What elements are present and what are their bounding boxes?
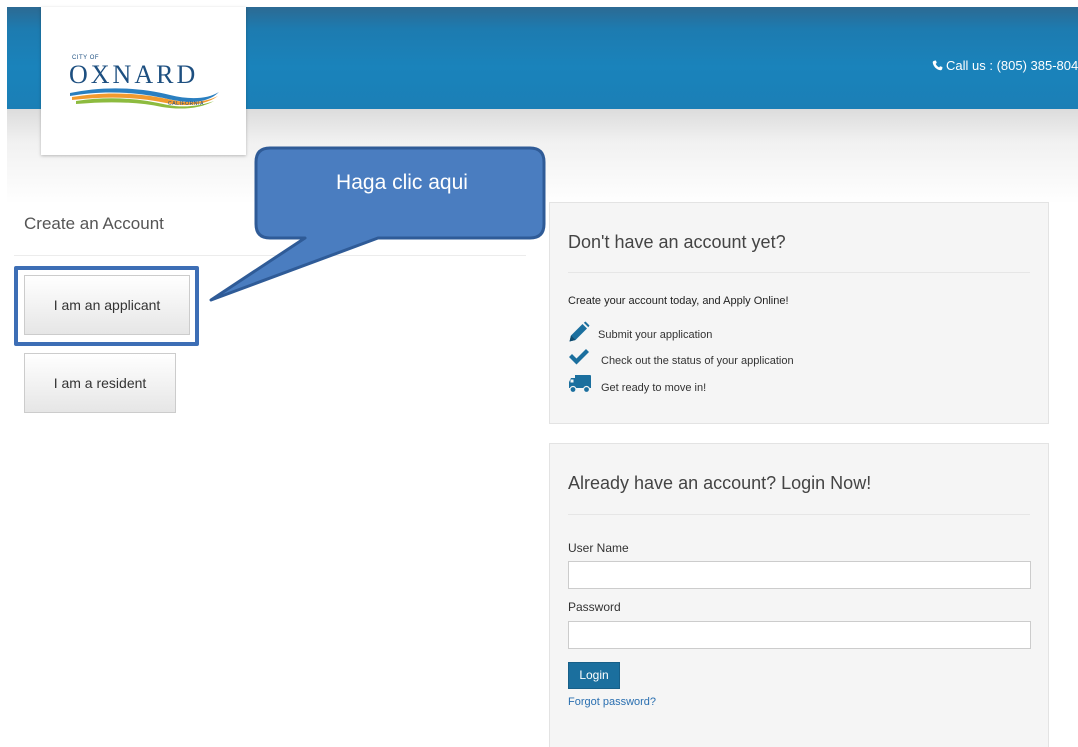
callout-text: Haga clic aqui [336,171,468,194]
password-label: Password [568,600,621,614]
username-label: User Name [568,541,629,555]
signup-tagline: Create your account today, and Apply Onl… [568,295,789,307]
pencil-icon [569,321,590,342]
feature-status-label: Check out the status of your application [601,355,794,367]
password-input[interactable] [568,621,1031,649]
login-button[interactable]: Login [568,662,620,689]
signup-divider [568,272,1030,273]
truck-icon [569,375,591,394]
login-divider [568,514,1030,515]
login-title: Already have an account? Login Now! [568,473,872,493]
feature-move-label: Get ready to move in! [601,382,707,394]
signup-title: Don't have an account yet? [568,232,786,252]
username-input[interactable] [568,561,1031,589]
feature-submit-label: Submit your application [598,329,713,341]
forgot-password-link[interactable]: Forgot password? [568,696,656,708]
check-icon [569,349,589,365]
